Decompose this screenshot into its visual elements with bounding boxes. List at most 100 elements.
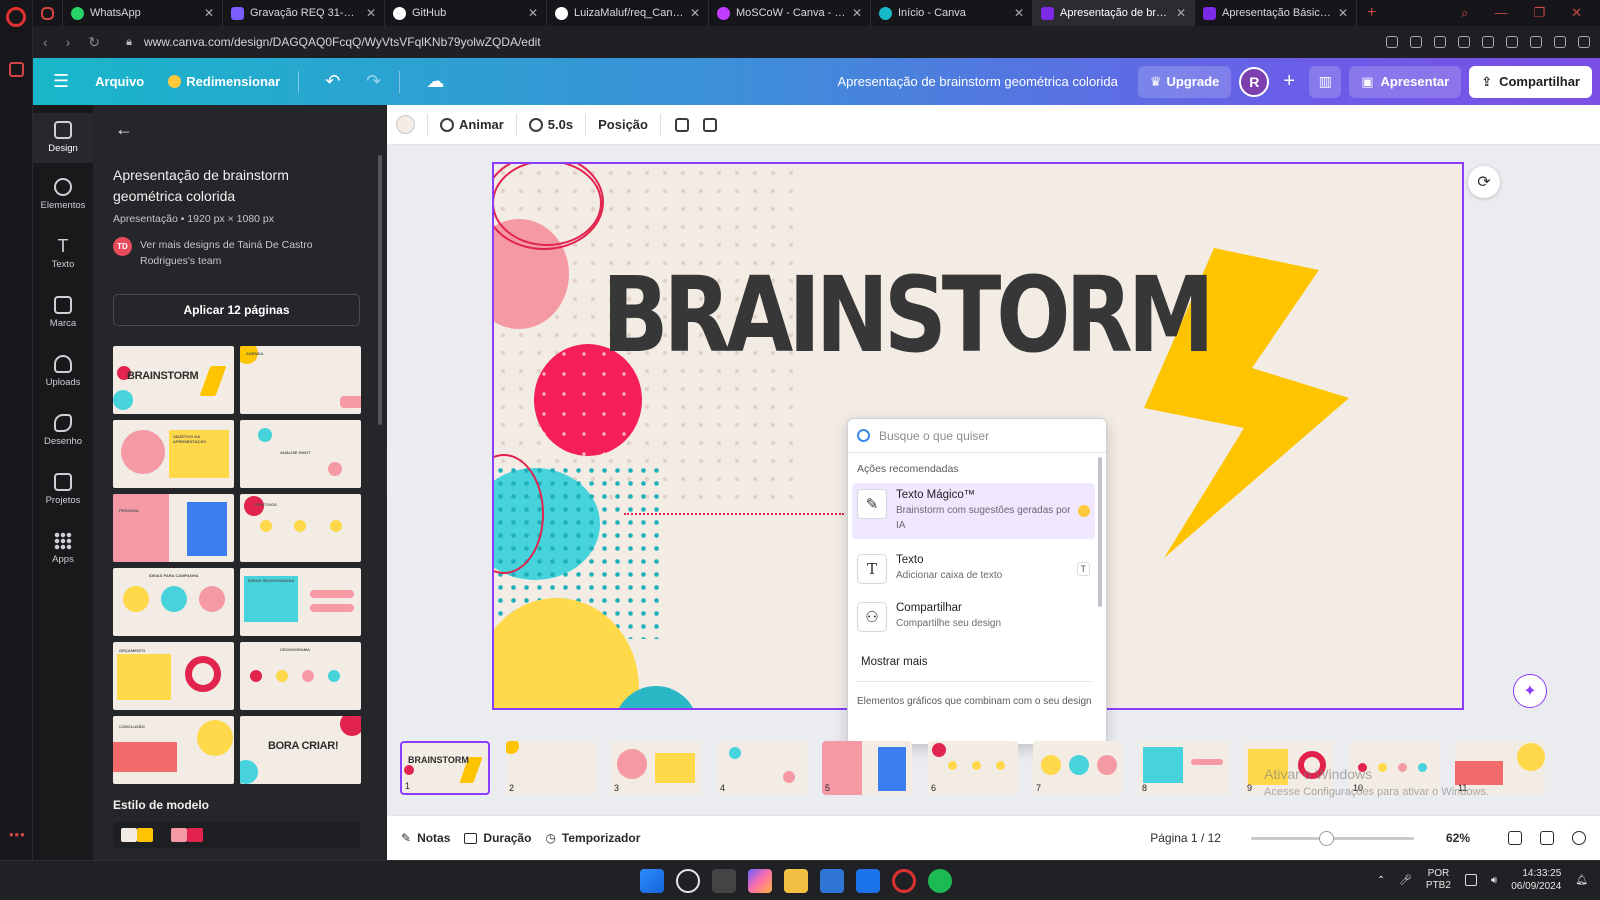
template-page-thumb[interactable]: IDEIAS PARA CAMPANHA [113, 568, 234, 636]
spotify-icon[interactable] [928, 869, 952, 893]
duration-toggle[interactable]: Duração [464, 831, 531, 845]
template-page-thumb[interactable]: ORÇAMENTO [113, 642, 234, 710]
zoom-slider[interactable] [1250, 830, 1414, 846]
cloud-saved-icon[interactable]: ☁︎ [426, 71, 444, 92]
tab-brainstorm-active[interactable]: Apresentação de brainstorm ✕ [1033, 0, 1195, 26]
template-page-thumb[interactable]: CRONOGRAMA [240, 642, 361, 710]
tab-github-repo[interactable]: LuizaMaluf/req_Canva_202 ✕ [547, 0, 709, 26]
search-tabs-icon[interactable]: ⌕ [1461, 5, 1468, 21]
search-input[interactable]: Busque o que quiser [879, 429, 989, 443]
hamburger-menu-icon[interactable]: ☰ [53, 71, 69, 92]
template-page-thumb[interactable]: ANÁLISE SWOT [240, 420, 361, 488]
split-view-icon[interactable] [1386, 36, 1398, 48]
close-icon[interactable]: ✕ [852, 6, 862, 20]
opera-logo-icon[interactable] [6, 7, 26, 27]
popup-scrollbar[interactable] [1098, 457, 1102, 607]
rail-item-text[interactable]: T Texto [33, 237, 93, 270]
slide-title[interactable]: BRAINSTORM [602, 254, 1215, 376]
clock[interactable]: 14:33:25 06/09/2024 [1511, 867, 1561, 893]
forward-icon[interactable]: › [66, 34, 71, 50]
notification-bell-icon[interactable]: 🔔︎ [1575, 875, 1588, 886]
page-thumb[interactable]: 2 [506, 741, 596, 795]
zoom-value[interactable]: 62% [1446, 831, 1470, 845]
page-thumb[interactable]: 5 [822, 741, 912, 795]
new-tab-button[interactable]: + [1357, 4, 1386, 22]
minimize-icon[interactable]: — [1494, 5, 1507, 21]
mail-icon[interactable] [856, 869, 880, 893]
template-page-thumb[interactable]: CONCLUSÃO [113, 716, 234, 784]
close-icon[interactable]: ✕ [690, 6, 700, 20]
help-icon[interactable] [1572, 831, 1586, 845]
template-page-thumb[interactable]: PERSONA [113, 494, 234, 562]
position-button[interactable]: Posição [598, 117, 648, 132]
search-icon[interactable] [676, 869, 700, 893]
back-arrow-icon[interactable]: ← [115, 119, 133, 140]
tab-basic-presentation[interactable]: Apresentação Básica Simp ✕ [1195, 0, 1357, 26]
color-swatch[interactable] [171, 828, 187, 842]
camera-icon[interactable] [1434, 36, 1446, 48]
style-swatches[interactable] [113, 822, 360, 848]
network-icon[interactable] [1464, 874, 1477, 886]
author-link[interactable]: TD Ver mais designs de Tainá De Castro R… [113, 237, 340, 269]
volume-icon[interactable]: 🔊︎ [1491, 875, 1497, 886]
opera-icon[interactable] [892, 869, 916, 893]
store-icon[interactable] [820, 869, 844, 893]
close-icon[interactable]: ✕ [204, 6, 214, 20]
background-color-swatch[interactable] [396, 115, 415, 134]
tab-github[interactable]: GitHub ✕ [385, 0, 547, 26]
close-icon[interactable]: ✕ [528, 6, 538, 20]
panel-scrollbar[interactable] [378, 155, 382, 425]
page-thumb[interactable]: 7 [1033, 741, 1123, 795]
gamepad-tab[interactable] [33, 0, 63, 26]
document-title[interactable]: Apresentação de brainstorm geométrica co… [837, 74, 1117, 89]
rail-item-apps[interactable]: Apps [33, 532, 93, 565]
restore-icon[interactable]: ❐ [1533, 5, 1545, 21]
back-icon[interactable]: ‹ [43, 34, 48, 50]
template-page-thumb[interactable]: OBJETIVO DA APRESENTAÇÃO [113, 420, 234, 488]
template-page-thumb[interactable]: BRAINSTORM [113, 346, 234, 414]
action-text-box[interactable]: T Texto Adicionar caixa de texto T [852, 548, 1095, 590]
wallet-icon[interactable] [9, 62, 24, 77]
magic-assistant-icon[interactable]: ✦ [1513, 674, 1547, 708]
language-indicator[interactable]: POR PTB2 [1426, 868, 1451, 892]
rail-item-design[interactable]: Design [33, 113, 93, 163]
tab-recording[interactable]: Gravação REQ 31-07 | Micr ✕ [223, 0, 385, 26]
lock-icon[interactable]: 🔒︎ [126, 36, 132, 49]
timer-button[interactable]: ◷ Temporizador [545, 831, 640, 845]
color-swatch[interactable] [137, 828, 153, 842]
color-swatch[interactable] [121, 828, 137, 842]
undo-icon[interactable]: ↶ [325, 71, 340, 92]
reload-icon[interactable]: ↻ [88, 34, 100, 51]
close-icon[interactable]: ✕ [1176, 6, 1186, 20]
task-view-icon[interactable] [712, 869, 736, 893]
profile-icon[interactable] [1530, 36, 1542, 48]
rail-item-brand[interactable]: Marca [33, 296, 93, 329]
add-collaborator-icon[interactable]: + [1277, 70, 1301, 93]
present-button[interactable]: ▣ Apresentar [1349, 65, 1462, 98]
close-icon[interactable]: ✕ [366, 6, 376, 20]
action-magic-text[interactable]: ✎ Texto Mágico™ Brainstorm com sugestões… [852, 483, 1095, 539]
paint-format-icon[interactable] [674, 117, 689, 132]
tab-canva-home[interactable]: Início - Canva ✕ [871, 0, 1033, 26]
action-share[interactable]: ⚇ Compartilhar Compartilhe seu design [852, 596, 1095, 638]
rail-item-elements[interactable]: Elementos [33, 178, 93, 211]
download-icon[interactable] [1554, 36, 1566, 48]
tab-whatsapp[interactable]: WhatsApp ✕ [63, 0, 223, 26]
zoom-slider-knob[interactable] [1318, 830, 1334, 846]
more-dots-icon[interactable]: ••• [9, 827, 26, 842]
edit-icon[interactable] [1410, 36, 1422, 48]
upgrade-button[interactable]: ♛ Upgrade [1137, 65, 1232, 98]
block-icon[interactable] [1458, 36, 1470, 48]
animate-button[interactable]: Animar [440, 117, 504, 132]
grid-view-icon[interactable] [1508, 831, 1522, 845]
file-explorer-icon[interactable] [784, 869, 808, 893]
url-field[interactable]: www.canva.com/design/DAGQAQ0FcqQ/WyVtsVF… [144, 35, 541, 49]
tab-moscow[interactable]: MoSCoW - Canva - Requisi ✕ [709, 0, 871, 26]
rail-item-projects[interactable]: Projetos [33, 473, 93, 506]
rail-item-uploads[interactable]: Uploads [33, 355, 93, 388]
chevron-up-icon[interactable]: ⌃ [1377, 875, 1385, 886]
page-indicator[interactable]: Página 1 / 12 [1150, 831, 1221, 845]
play-icon[interactable] [1482, 36, 1494, 48]
duration-button[interactable]: 5.0s [528, 117, 573, 132]
popup-search[interactable]: Busque o que quiser [848, 419, 1106, 453]
